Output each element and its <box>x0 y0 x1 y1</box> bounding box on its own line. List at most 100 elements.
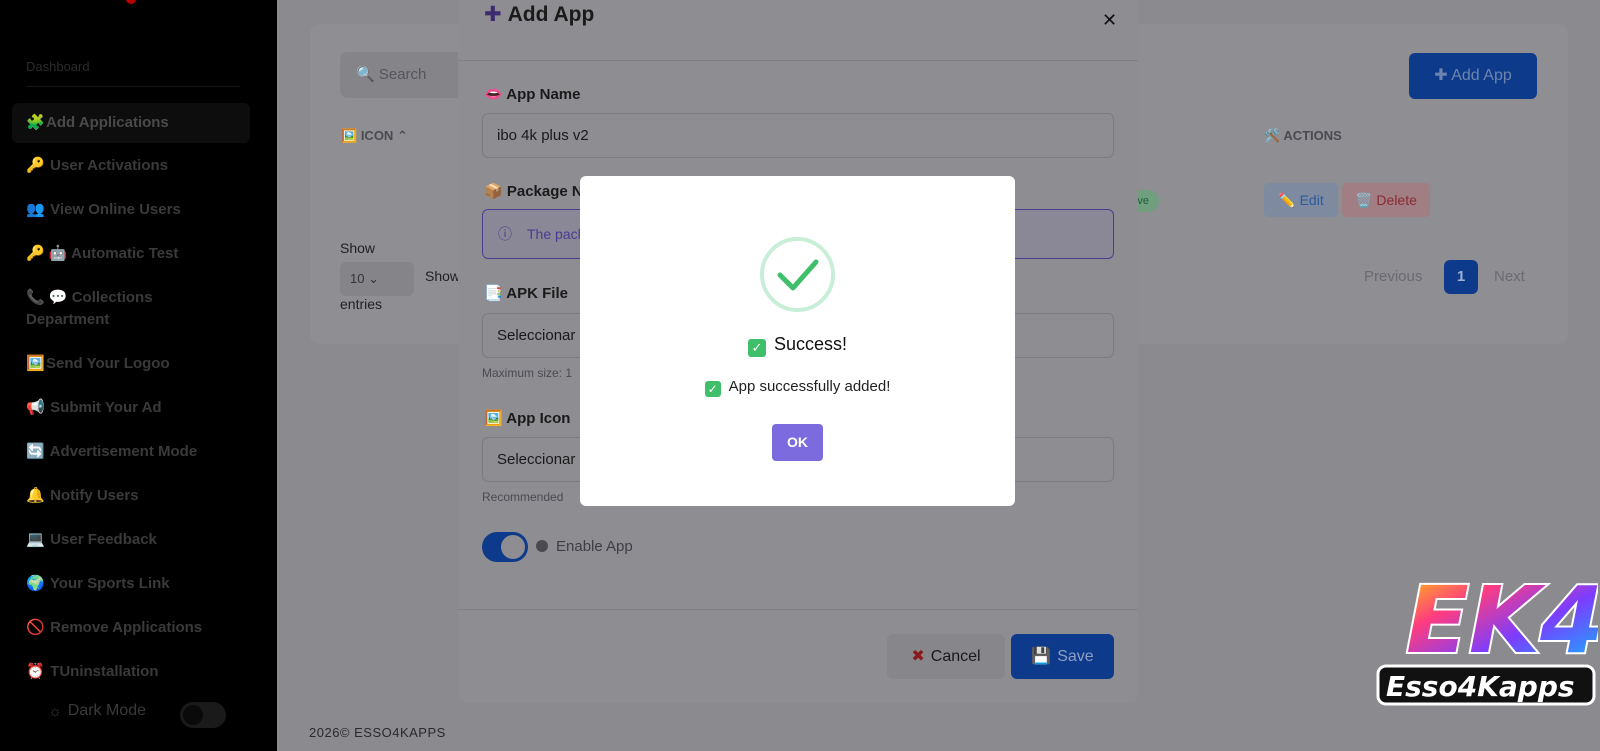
column-header-actions: 🛠️ ACTIONS <box>1264 128 1342 144</box>
success-title-text: Success! <box>773 334 848 354</box>
sidebar-item-label: Add Applications <box>46 114 169 131</box>
modal-footer-divider <box>458 609 1138 610</box>
app-name-input[interactable]: ibo 4k plus v2 <box>482 113 1114 158</box>
image-icon: 🖼️ <box>484 410 507 427</box>
column-icon-label: ICON <box>360 128 394 143</box>
success-title: ✓ Success! <box>580 334 1015 357</box>
page-footer: 2026© ESSO4KAPPS <box>309 725 446 740</box>
prohibited-icon: 🚫 <box>26 619 45 636</box>
show-label: Show <box>340 240 376 256</box>
show-label-2: Show <box>425 268 461 284</box>
sidebar-item-view-online-users[interactable]: 👥 View Online Users <box>12 191 250 235</box>
save-label: Save <box>1057 648 1094 665</box>
globe-icon: 🌍 <box>26 575 45 592</box>
sidebar-item-label: Send Your Logoo <box>46 355 170 372</box>
sidebar-item-submit-ad[interactable]: 📢 Submit Your Ad <box>12 389 250 433</box>
modal-header-divider <box>458 60 1138 61</box>
alarm-clock-icon: ⏰ <box>26 663 45 680</box>
column-actions-label: ACTIONS <box>1283 128 1342 143</box>
apk-hint: Maximum size: 1 <box>482 366 573 380</box>
package-name-label: 📦 Package N <box>484 182 583 200</box>
sidebar-item-sports-link[interactable]: 🌍 Your Sports Link <box>12 565 250 609</box>
package-info-text: The pack <box>527 226 585 242</box>
cancel-button[interactable]: ✖ Cancel <box>887 634 1005 679</box>
sidebar-item-notify-users[interactable]: 🔔 Notify Users <box>12 477 250 521</box>
sidebar-item-label: User Activations <box>50 157 168 174</box>
sidebar-item-user-feedback[interactable]: 💻 User Feedback <box>12 521 250 565</box>
dark-mode-text: Dark Mode <box>67 702 146 719</box>
info-icon: ⓘ <box>498 226 512 242</box>
dark-mode-label: ☼ Dark Mode <box>48 702 146 720</box>
success-dialog: ✓ Success! ✓ App successfully added! OK <box>580 176 1015 506</box>
page-size-select[interactable]: 10 ⌄ <box>340 262 414 296</box>
success-message: ✓ App successfully added! <box>580 378 1015 397</box>
sidebar-item-remove-applications[interactable]: 🚫 Remove Applications <box>12 609 250 653</box>
sidebar-item-label: TUninstallation <box>50 663 159 680</box>
success-check-icon <box>760 237 835 312</box>
add-app-label: Add App <box>1451 67 1512 84</box>
file-icon: 📑 <box>484 285 507 302</box>
apk-label-text: APK File <box>506 285 568 302</box>
ek4-watermark-logo: EK4 Esso4Kapps <box>1376 565 1598 706</box>
svg-text:EK4: EK4 <box>1406 567 1598 674</box>
phone-chat-icon: 📞 💬 <box>26 289 68 306</box>
sidebar: Dashboard 🧩Add Applications 🔑 User Activ… <box>0 0 277 751</box>
refresh-icon: 🔄 <box>26 443 45 460</box>
dark-mode-toggle[interactable] <box>180 702 226 728</box>
modal-title: ✚ Add App <box>484 2 594 27</box>
plus-icon: ✚ <box>484 3 502 26</box>
sidebar-item-label: Submit Your Ad <box>50 399 162 416</box>
delete-button[interactable]: 🗑️ Delete <box>1342 183 1430 217</box>
users-icon: 👥 <box>26 201 45 218</box>
edit-button[interactable]: ✏️ Edit <box>1264 183 1338 217</box>
save-button[interactable]: 💾 Save <box>1011 634 1114 679</box>
sidebar-nav: 🧩Add Applications 🔑 User Activations 👥 V… <box>12 103 250 697</box>
bell-icon: 🔔 <box>26 487 45 504</box>
status-dot-icon <box>536 540 548 552</box>
package-icon: 📦 <box>484 183 507 200</box>
sidebar-item-advertisement-mode[interactable]: 🔄 Advertisement Mode <box>12 433 250 477</box>
enable-app-text: Enable App <box>556 538 633 555</box>
sidebar-item-send-logo[interactable]: 🖼️Send Your Logoo <box>12 345 250 389</box>
ok-button[interactable]: OK <box>772 424 823 461</box>
plus-icon: ✚ <box>1434 67 1452 84</box>
close-icon[interactable]: ✕ <box>1102 10 1117 31</box>
sidebar-item-label: View Online Users <box>50 201 181 218</box>
page-1-button[interactable]: 1 <box>1444 260 1478 294</box>
previous-page-button[interactable]: Previous <box>1364 268 1422 285</box>
sidebar-item-label: Notify Users <box>50 487 139 504</box>
laptop-icon: 💻 <box>26 531 45 548</box>
success-message-text: App successfully added! <box>728 378 891 395</box>
checkbox-check-icon: ✓ <box>704 381 721 397</box>
enable-app-label: Enable App <box>536 538 633 555</box>
sidebar-item-uninstallation[interactable]: ⏰ TUninstallation <box>12 653 250 697</box>
sidebar-item-automatic-test[interactable]: 🔑 🤖 Automatic Test <box>12 235 250 279</box>
sidebar-item-label: User Feedback <box>50 531 157 548</box>
column-header-icon[interactable]: 🖼️ ICON ⌃ <box>341 128 408 144</box>
sidebar-section-title: Dashboard <box>26 59 90 74</box>
tools-icon: 🛠️ <box>1264 128 1284 143</box>
package-label-text: Package N <box>506 183 583 200</box>
cancel-label: Cancel <box>930 648 981 665</box>
enable-app-toggle[interactable] <box>482 532 528 562</box>
sidebar-item-label: Your Sports Link <box>49 575 170 592</box>
sort-up-icon: ⌃ <box>396 128 408 143</box>
app-name-label: 👄 App Name <box>484 85 580 103</box>
brand-logo <box>126 0 136 4</box>
key-robot-icon: 🔑 🤖 <box>26 245 68 262</box>
lips-icon: 👄 <box>484 86 507 103</box>
sidebar-divider <box>26 86 240 87</box>
add-app-button[interactable]: ✚ Add App <box>1409 53 1537 99</box>
page-size-value: 10 <box>350 271 365 286</box>
apk-file-label: 📑 APK File <box>484 284 568 302</box>
pencil-icon: ✏️ <box>1278 192 1300 208</box>
sidebar-item-label: Advertisement Mode <box>49 443 198 460</box>
next-page-button[interactable]: Next <box>1494 268 1525 285</box>
sun-icon: ☼ <box>48 702 62 720</box>
sidebar-item-user-activations[interactable]: 🔑 User Activations <box>12 147 250 191</box>
megaphone-icon: 📢 <box>26 399 45 416</box>
sidebar-item-collections-department[interactable]: 📞 💬 Collections Department <box>12 279 250 345</box>
checkbox-check-icon: ✓ <box>747 339 766 357</box>
app-icon-hint: Recommended <box>482 490 564 504</box>
sidebar-item-add-applications[interactable]: 🧩Add Applications <box>12 103 250 143</box>
